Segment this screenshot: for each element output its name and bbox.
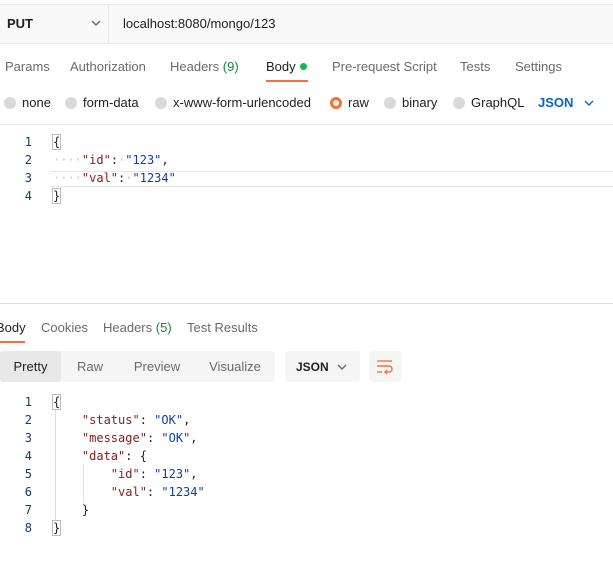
line-number: 1 — [24, 395, 32, 409]
radio-circle — [384, 97, 396, 109]
method-label: PUT — [7, 16, 33, 31]
line-number: 5 — [24, 467, 32, 481]
view-raw-button[interactable]: Raw — [61, 351, 119, 382]
json-key: "id" — [110, 467, 140, 481]
json-key: "data" — [81, 449, 126, 463]
line-number: 4 — [24, 189, 32, 203]
tab-authorization[interactable]: Authorization — [70, 59, 146, 74]
green-dot-icon — [299, 63, 307, 70]
url-input[interactable]: localhost:8080/mongo/123 — [123, 16, 276, 31]
tab-body-label: Body — [266, 59, 296, 74]
radio-circle — [155, 97, 167, 109]
active-response-tab-indicator — [0, 341, 25, 343]
tab-params[interactable]: Params — [5, 59, 50, 74]
response-tab-headers[interactable]: Headers (5) — [103, 320, 172, 335]
code-line: "message": "OK", — [81, 431, 198, 445]
line-number: 8 — [24, 521, 32, 535]
json-key: "status" — [81, 413, 140, 427]
radio-form-data[interactable]: form-data — [65, 95, 139, 110]
active-tab-indicator — [266, 80, 308, 82]
radio-circle — [453, 97, 465, 109]
json-key: "id" — [81, 153, 111, 167]
open-brace: { — [51, 134, 62, 150]
response-format-label: JSON — [296, 360, 329, 374]
chevron-down-icon[interactable] — [583, 97, 595, 109]
radio-label: form-data — [83, 95, 139, 110]
radio-circle-selected — [330, 97, 342, 109]
tab-settings[interactable]: Settings — [515, 59, 562, 74]
code-line: ····"id":·"123", — [53, 153, 169, 167]
wrap-lines-icon — [377, 360, 393, 375]
json-key: "val" — [110, 485, 147, 499]
line-number: 2 — [24, 153, 32, 167]
url-bar: PUT localhost:8080/mongo/123 — [0, 4, 613, 44]
json-value: "1234" — [132, 171, 176, 185]
view-visualize-button[interactable]: Visualize — [195, 351, 275, 382]
code-line: "val": "1234" — [110, 485, 205, 499]
code-line: "id": "123", — [110, 467, 198, 481]
code-line: } — [53, 503, 89, 517]
tab-tests[interactable]: Tests — [460, 59, 490, 74]
code-line: } — [51, 188, 62, 204]
response-tab-body[interactable]: Body — [0, 320, 26, 335]
tab-body[interactable]: Body — [266, 59, 307, 74]
code-line: "status": "OK", — [81, 413, 191, 427]
open-brace: { — [139, 449, 147, 463]
json-value: "123" — [125, 153, 162, 167]
radio-circle — [4, 97, 16, 109]
radio-label: none — [22, 95, 51, 110]
tab-pre-request-script[interactable]: Pre-request Script — [332, 59, 437, 74]
code-line: { — [51, 394, 62, 410]
line-number: 7 — [24, 503, 32, 517]
tab-headers[interactable]: Headers (9) — [170, 59, 239, 74]
close-brace: } — [51, 188, 62, 204]
response-tab-test-results[interactable]: Test Results — [187, 320, 258, 335]
chevron-down-icon — [91, 20, 101, 26]
line-number: 1 — [24, 135, 32, 149]
close-brace: } — [51, 520, 62, 536]
view-pretty-button[interactable]: Pretty — [0, 351, 61, 382]
method-select[interactable]: PUT — [0, 5, 109, 43]
tab-headers-count: (9) — [222, 59, 239, 74]
radio-label: binary — [402, 95, 438, 110]
line-number: 3 — [24, 171, 32, 185]
line-number: 6 — [24, 485, 32, 499]
json-value: "123" — [154, 467, 191, 481]
radio-raw[interactable]: raw — [330, 95, 369, 110]
code-line: "data": { — [81, 449, 147, 463]
divider — [0, 124, 613, 125]
view-preview-button[interactable]: Preview — [119, 351, 195, 382]
line-number: 4 — [24, 449, 32, 463]
chevron-down-icon — [337, 364, 347, 370]
response-tab-headers-count: (5) — [155, 320, 172, 335]
radio-none[interactable]: none — [4, 95, 51, 110]
code-line: ····"val":·"1234" — [53, 171, 176, 185]
json-value: "OK" — [154, 413, 184, 427]
wrap-lines-button[interactable] — [369, 351, 401, 382]
view-mode-group: Pretty Raw Preview Visualize — [0, 351, 275, 382]
open-brace: { — [51, 394, 62, 410]
radio-label: x-www-form-urlencoded — [173, 95, 311, 110]
radio-label: raw — [348, 95, 369, 110]
response-tab-headers-label: Headers — [103, 320, 153, 335]
line-number: 3 — [24, 431, 32, 445]
response-format-select[interactable]: JSON — [285, 351, 360, 382]
code-line: } — [51, 520, 62, 536]
pane-splitter[interactable] — [0, 303, 613, 304]
code-line: { — [51, 134, 62, 150]
json-value: "1234" — [161, 485, 205, 499]
json-value: "OK" — [161, 431, 191, 445]
body-format-select[interactable]: JSON — [538, 95, 573, 110]
close-brace: } — [81, 503, 90, 517]
tab-headers-label: Headers — [170, 59, 220, 74]
response-tab-cookies[interactable]: Cookies — [41, 320, 88, 335]
radio-circle — [65, 97, 77, 109]
json-key: "val" — [81, 171, 119, 185]
radio-graphql[interactable]: GraphQL — [453, 95, 524, 110]
line-number: 2 — [24, 413, 32, 427]
radio-label: GraphQL — [471, 95, 525, 110]
radio-x-www-form-urlencoded[interactable]: x-www-form-urlencoded — [155, 95, 311, 110]
radio-binary[interactable]: binary — [384, 95, 437, 110]
json-key: "message" — [81, 431, 147, 445]
